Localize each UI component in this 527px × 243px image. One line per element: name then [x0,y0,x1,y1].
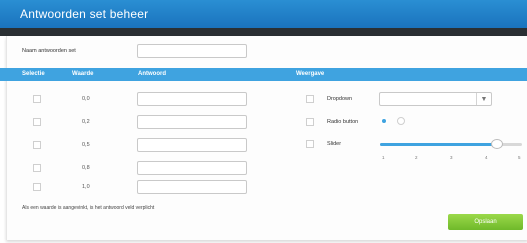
radio-preview-selected[interactable] [380,117,388,125]
radio-option-checkbox[interactable] [306,118,314,126]
save-button[interactable]: Opslaan [448,214,523,230]
radio-option-label: Radio button [327,119,359,125]
row-answer-input[interactable] [137,180,247,194]
row-value: 0,0 [82,96,90,102]
row-answer-input[interactable] [137,92,247,106]
slider-tick: 3 [450,155,453,160]
row-checkbox[interactable] [33,183,41,191]
slider-tick: 2 [415,155,418,160]
dropdown-preview-select[interactable]: ▼ [379,92,492,106]
row-answer-input[interactable] [137,161,247,175]
row-checkbox[interactable] [33,95,41,103]
dropdown-option-checkbox[interactable] [306,95,314,103]
chevron-down-icon: ▼ [476,93,491,105]
slider-option-checkbox[interactable] [306,140,314,148]
col-antwoord: Antwoord [138,71,166,77]
app-window: Antwoorden set beheer Naam antwoorden se… [0,0,527,243]
toolbar-strip [0,28,527,36]
page-title: Antwoorden set beheer [20,7,149,21]
row-value: 0,5 [82,142,90,148]
row-value: 0,8 [82,165,90,171]
radio-preview-unselected[interactable] [397,117,405,125]
row-value: 0,2 [82,119,90,125]
row-value: 1,0 [82,184,90,190]
slider-tick: 1 [382,155,385,160]
required-note: Als een waarde is aangevinkt, is het ant… [22,205,155,211]
row-answer-input[interactable] [137,138,247,152]
slider-tick: 5 [518,155,521,160]
slider-option-label: Slider [327,141,342,147]
row-checkbox[interactable] [33,118,41,126]
row-checkbox[interactable] [33,164,41,172]
dropdown-option-label: Dropdown [327,96,353,102]
header-bar: Antwoorden set beheer [0,0,527,28]
row-answer-input[interactable] [137,115,247,129]
col-waarde: Waarde [72,71,94,77]
row-checkbox[interactable] [33,141,41,149]
col-weergave: Weergave [296,71,325,77]
name-field-label: Naam antwoorden set [22,48,76,54]
column-header-bar: Selectie Waarde Antwoord Weergave [0,68,527,81]
col-selectie: Selectie [22,71,45,77]
name-field-input[interactable] [137,44,247,58]
slider-preview-fill [380,143,498,146]
slider-tick: 4 [485,155,488,160]
